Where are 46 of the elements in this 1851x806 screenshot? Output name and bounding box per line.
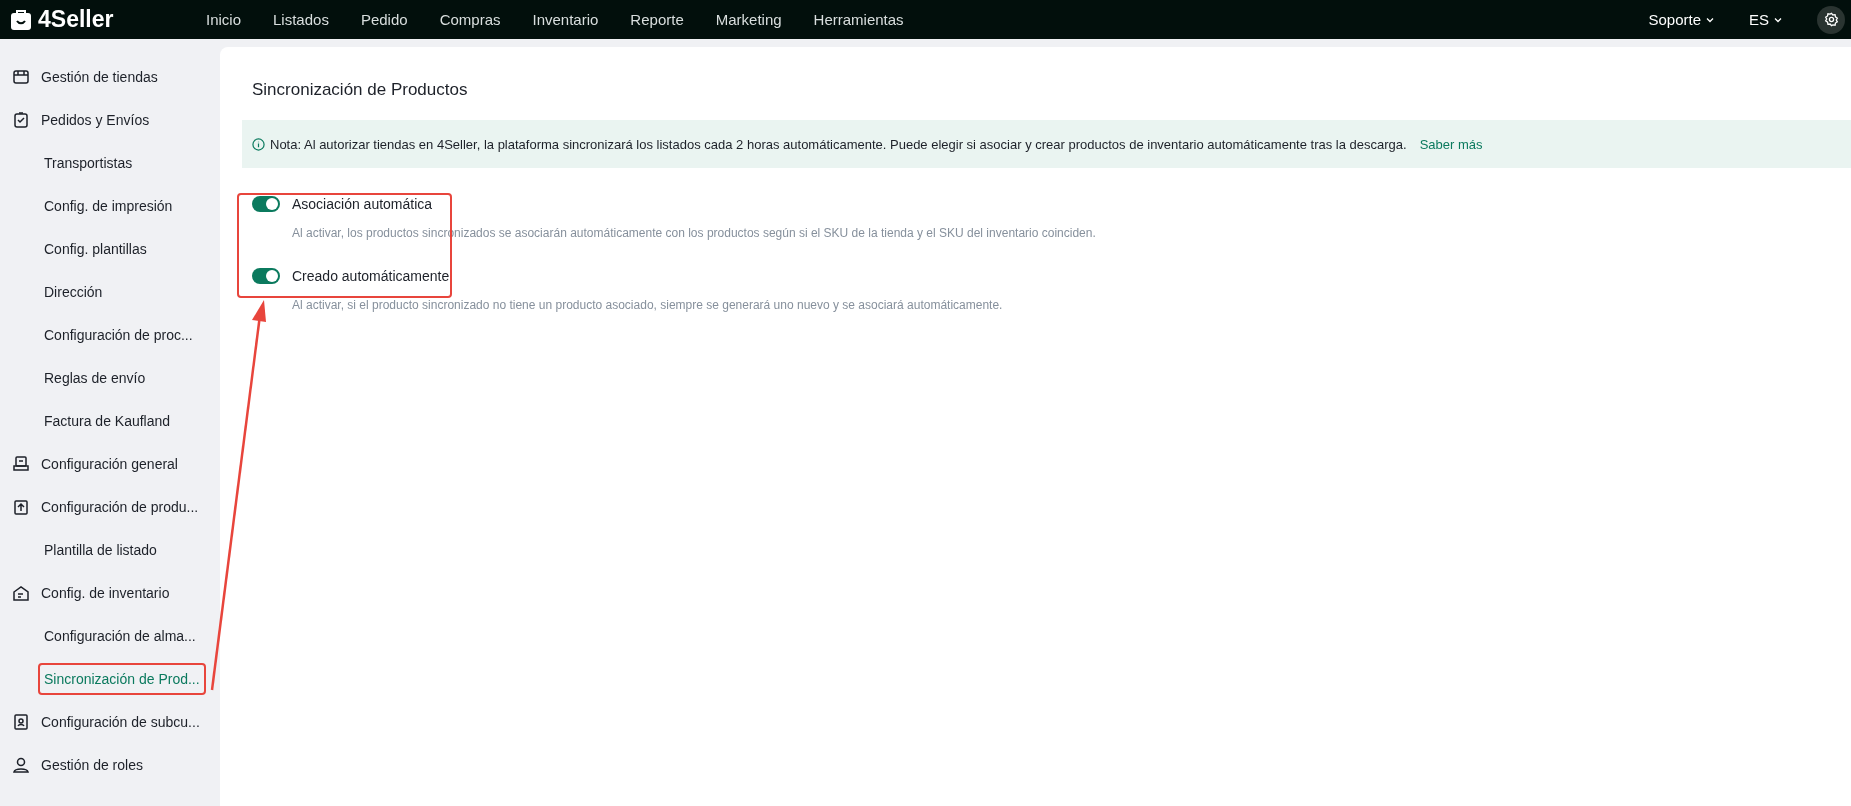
sidebar-item[interactable]: Config. de inventario <box>0 571 220 614</box>
sidebar-item[interactable]: Configuración de subcu... <box>0 700 220 743</box>
clipboard-icon <box>12 110 30 129</box>
dropdown-menu[interactable]: Soporte <box>1648 11 1715 28</box>
nav-link[interactable]: Compras <box>423 11 517 28</box>
id-badge-icon <box>12 712 30 731</box>
learn-more-link[interactable]: Saber más <box>1419 136 1483 152</box>
sidebar-item[interactable]: Plantilla de listado <box>0 528 220 571</box>
nav-link[interactable]: Inicio <box>190 11 258 28</box>
sidebar-item[interactable]: Config. de impresión <box>0 184 220 227</box>
nav-link[interactable]: Inventario <box>516 11 615 28</box>
setting-description: Al activar, si el producto sincronizado no tiene un producto asociado, siempre se generará uno nuevo y se asociará automáticamente. <box>292 298 1004 312</box>
sidebar-item[interactable]: Dirección <box>0 270 220 313</box>
toggle-switch[interactable] <box>252 196 280 212</box>
sidebar-item[interactable]: Configuración general <box>0 442 220 485</box>
info-icon <box>252 137 265 151</box>
settings-icon <box>1823 12 1839 27</box>
setting-label: Creado automáticamente <box>292 268 450 284</box>
settings-button[interactable] <box>1817 5 1845 34</box>
page-title: Sincronización de Productos <box>252 80 469 100</box>
sidebar-item[interactable]: Gestión de roles <box>0 743 220 786</box>
user-icon <box>12 755 30 774</box>
upload-icon <box>12 497 30 516</box>
sidebar-item[interactable]: Pedidos y Envíos <box>0 98 220 141</box>
dropdown-menu[interactable]: ES <box>1749 11 1783 28</box>
toggle-switch[interactable] <box>252 268 280 284</box>
sidebar-item[interactable]: Gestión de tiendas <box>0 55 220 98</box>
nav-link[interactable]: Marketing <box>699 11 798 28</box>
nav-link[interactable]: Reporte <box>614 11 700 28</box>
setting-label: Asociación automática <box>292 196 433 212</box>
nav-link[interactable]: Listados <box>257 11 345 28</box>
sidebar-item[interactable]: Transportistas <box>0 141 220 184</box>
notice-text: Nota: Al autorizar tiendas en 4Seller, la plataforma sincronizará los listados cada 2 horas automáticamente. Puede elegir si asociar y crear productos de inventario automáticamente tras la descarga. <box>270 136 1407 152</box>
logo-text: 4Seller <box>38 6 114 33</box>
sidebar-item[interactable]: Configuración de alma... <box>0 614 220 657</box>
sidebar-item[interactable]: Factura de Kaufland <box>0 399 220 442</box>
nav-link[interactable]: Pedido <box>344 11 424 28</box>
sidebar-item[interactable]: Reglas de envío <box>0 356 220 399</box>
printer-icon <box>12 454 30 473</box>
sidebar-item[interactable]: Config. plantillas <box>0 227 220 270</box>
sidebar-item[interactable]: Configuración de proc... <box>0 313 220 356</box>
sidebar-item[interactable]: Configuración de produ... <box>0 485 220 528</box>
nav-link[interactable]: Herramientas <box>797 11 920 28</box>
store-icon <box>12 67 30 86</box>
shopping-bag-logo-icon <box>10 8 32 31</box>
house-icon <box>12 583 30 602</box>
